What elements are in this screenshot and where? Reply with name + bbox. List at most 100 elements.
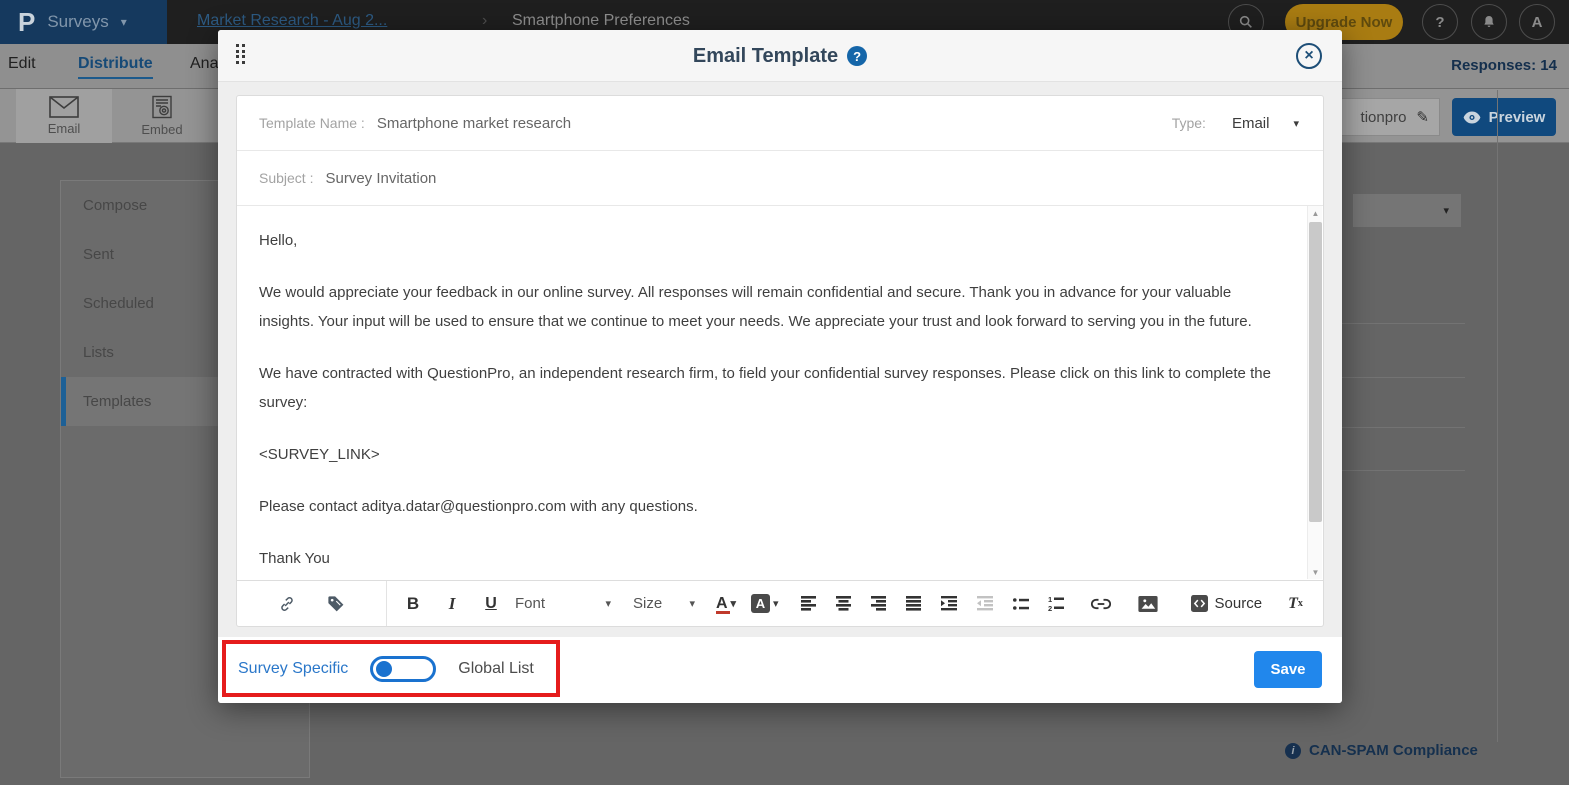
align-right-button[interactable] bbox=[871, 596, 887, 611]
body-scrollbar[interactable]: ▲ ▼ bbox=[1307, 206, 1322, 579]
background-color-button[interactable]: A ▾ bbox=[751, 594, 779, 613]
background-dropdown[interactable]: ▾ bbox=[1353, 194, 1461, 227]
subject-label: Subject : bbox=[259, 170, 313, 186]
template-card: Template Name : Smartphone market resear… bbox=[236, 95, 1324, 627]
can-spam-compliance-link[interactable]: i CAN-SPAM Compliance bbox=[1285, 742, 1478, 759]
tab-distribute[interactable]: Distribute bbox=[78, 55, 153, 79]
surveys-menu[interactable]: P Surveys ▾ bbox=[0, 0, 167, 44]
chevron-down-icon: ▾ bbox=[689, 597, 695, 610]
body-paragraph: Please contact aditya.datar@questionpro.… bbox=[259, 492, 1275, 521]
indent-icon bbox=[941, 596, 958, 611]
account-avatar[interactable]: A bbox=[1519, 4, 1555, 40]
body-paragraph: We have contracted with QuestionPro, an … bbox=[259, 359, 1275, 417]
chain-link-icon bbox=[1091, 598, 1111, 610]
bulleted-list-icon bbox=[1013, 597, 1029, 611]
font-dropdown-label: Font bbox=[515, 595, 545, 612]
numbered-list-icon: 12 bbox=[1048, 596, 1064, 611]
source-code-icon bbox=[1191, 595, 1208, 612]
scrollbar-thumb[interactable] bbox=[1309, 222, 1322, 522]
email-body-editor[interactable]: Hello, We would appreciate your feedback… bbox=[237, 206, 1323, 580]
scroll-down-arrow[interactable]: ▼ bbox=[1308, 565, 1323, 579]
insert-image-button[interactable] bbox=[1138, 596, 1158, 612]
modal-footer: Survey Specific Global List Save bbox=[218, 637, 1342, 703]
size-dropdown[interactable]: Size ▾ bbox=[633, 595, 695, 612]
close-icon: × bbox=[1304, 48, 1313, 64]
merge-tag-button[interactable] bbox=[326, 594, 345, 613]
help-icon: ? bbox=[1435, 14, 1444, 31]
underline-button[interactable]: U bbox=[481, 595, 501, 613]
bulleted-list-button[interactable] bbox=[1013, 597, 1029, 611]
edit-pencil-icon[interactable]: ✎ bbox=[1416, 108, 1429, 126]
survey-specific-label: Survey Specific bbox=[238, 660, 348, 678]
channel-embed-button[interactable]: Embed bbox=[114, 89, 210, 143]
modal-header: Email Template ? × bbox=[218, 30, 1342, 82]
remove-format-letter: T bbox=[1288, 595, 1298, 613]
text-color-swatch bbox=[716, 611, 730, 614]
justify-icon bbox=[906, 596, 922, 611]
template-name-input[interactable]: Smartphone market research bbox=[377, 115, 571, 132]
font-dropdown[interactable]: Font ▾ bbox=[515, 595, 611, 612]
subject-input[interactable]: Survey Invitation bbox=[325, 170, 436, 187]
responses-count: Responses: 14 bbox=[1451, 57, 1557, 74]
modal-close-button[interactable]: × bbox=[1296, 43, 1322, 69]
panel-divider bbox=[1497, 90, 1498, 742]
chevron-down-icon: ▾ bbox=[1293, 117, 1299, 130]
numbered-list-button[interactable]: 12 bbox=[1048, 596, 1064, 611]
tab-edit[interactable]: Edit bbox=[8, 55, 36, 73]
indent-button[interactable] bbox=[941, 596, 958, 611]
align-center-button[interactable] bbox=[836, 596, 852, 611]
search-icon bbox=[1238, 14, 1254, 30]
source-button[interactable]: Source bbox=[1191, 595, 1263, 612]
image-icon bbox=[1138, 596, 1158, 612]
scroll-up-arrow[interactable]: ▲ bbox=[1308, 206, 1323, 220]
breadcrumb-page-title: Smartphone Preferences bbox=[512, 12, 690, 30]
align-left-icon bbox=[801, 596, 817, 611]
template-name-label: Template Name : bbox=[259, 115, 365, 131]
editor-toolbar: B I U Font ▾ Size ▾ A ▾ bbox=[237, 580, 1323, 626]
save-button[interactable]: Save bbox=[1254, 651, 1322, 688]
breadcrumb-survey-link[interactable]: Market Research - Aug 2... bbox=[197, 12, 387, 30]
text-color-button[interactable]: A ▾ bbox=[715, 595, 737, 613]
body-paragraph: <SURVEY_LINK> bbox=[259, 440, 1275, 469]
justify-button[interactable] bbox=[906, 596, 922, 611]
survey-link-text: tionpro bbox=[1361, 109, 1407, 126]
embed-icon bbox=[150, 95, 174, 119]
italic-button[interactable]: I bbox=[442, 594, 462, 614]
align-center-icon bbox=[836, 596, 852, 611]
type-select[interactable]: Email ▾ bbox=[1232, 115, 1299, 132]
template-name-row: Template Name : Smartphone market resear… bbox=[237, 96, 1323, 151]
body-paragraph: We would appreciate your feedback in our… bbox=[259, 278, 1275, 336]
link-icon bbox=[278, 595, 296, 613]
list-scope-toggle[interactable] bbox=[370, 656, 436, 682]
help-button[interactable]: ? bbox=[1422, 4, 1458, 40]
upgrade-now-label: Upgrade Now bbox=[1296, 14, 1393, 31]
breadcrumb-separator: › bbox=[482, 12, 487, 30]
bold-button[interactable]: B bbox=[403, 594, 423, 614]
surveys-menu-label: Surveys bbox=[47, 12, 108, 32]
email-template-modal: Email Template ? × Template Name : Smart… bbox=[218, 30, 1342, 703]
outdent-icon bbox=[977, 596, 994, 611]
app-root: P Surveys ▾ Market Research - Aug 2... ›… bbox=[0, 0, 1569, 785]
align-left-button[interactable] bbox=[801, 596, 817, 611]
avatar-initial: A bbox=[1532, 14, 1543, 31]
channel-email-button[interactable]: Email bbox=[16, 89, 112, 143]
hyperlink-button[interactable] bbox=[1091, 598, 1111, 610]
preview-button[interactable]: Preview bbox=[1452, 98, 1556, 136]
list-scope-annotation: Survey Specific Global List bbox=[222, 640, 560, 697]
body-paragraph: Hello, bbox=[259, 226, 1275, 255]
tag-icon bbox=[326, 594, 345, 613]
remove-format-button[interactable]: Tx bbox=[1288, 595, 1303, 613]
editor-toolbar-left bbox=[237, 581, 387, 626]
chevron-down-icon: ▾ bbox=[1443, 204, 1449, 217]
modal-title: Email Template bbox=[693, 45, 838, 68]
global-list-label: Global List bbox=[458, 660, 534, 678]
subject-row: Subject : Survey Invitation bbox=[237, 151, 1323, 206]
modal-help-icon[interactable]: ? bbox=[847, 46, 867, 66]
save-label: Save bbox=[1270, 661, 1305, 678]
eye-icon bbox=[1463, 111, 1481, 124]
outdent-button[interactable] bbox=[977, 596, 994, 611]
insert-link-button[interactable] bbox=[278, 595, 296, 613]
notifications-button[interactable] bbox=[1471, 4, 1507, 40]
type-label: Type: bbox=[1172, 115, 1206, 131]
body-paragraph: Thank You bbox=[259, 544, 1275, 573]
